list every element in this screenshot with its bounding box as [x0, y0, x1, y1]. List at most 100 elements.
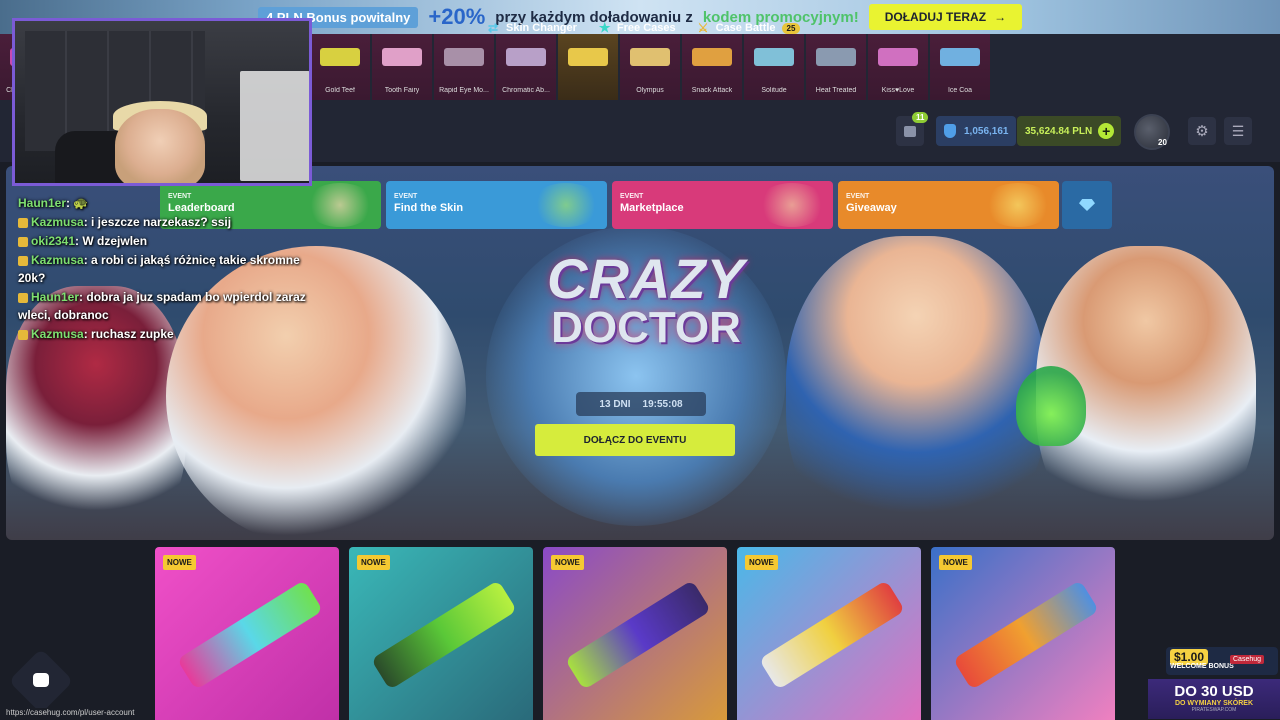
drop-item-name: Olympus — [636, 87, 664, 94]
chat-text: : i jeszcze narzekasz? ssij — [83, 215, 232, 229]
weapon-skin-image — [382, 48, 422, 66]
weapon-skin-image — [320, 48, 360, 66]
bonus-site: PIRATESWAP.COM — [1191, 707, 1237, 713]
weapon-skin-image — [878, 48, 918, 66]
drop-item[interactable]: Gold Teef — [310, 34, 370, 100]
weapon-skin-image — [444, 48, 484, 66]
drop-item[interactable]: Rapid Eye Mo... — [434, 34, 494, 100]
bonus-brand: Casehug — [1230, 655, 1265, 664]
event-logo: CRAZY DOCTOR — [526, 246, 766, 353]
drop-item-name: Snack Attack — [691, 87, 733, 94]
webcam-clothes-rack — [240, 71, 309, 181]
case-card[interactable]: NOWE — [543, 547, 727, 720]
drop-item[interactable]: Snack Attack — [682, 34, 742, 100]
weapon-skin-image — [630, 48, 670, 66]
drop-item[interactable]: Olympus — [620, 34, 680, 100]
sub-badge-icon — [18, 255, 28, 266]
logo-line-1: CRAZY — [547, 247, 745, 310]
new-badge: NOWE — [745, 555, 778, 570]
nav-links: ⇄ Skin Changer ★ Free Cases ⚔ Case Battl… — [488, 21, 801, 34]
menu-button[interactable]: ☰ — [1224, 117, 1252, 145]
event-art — [757, 183, 827, 227]
case-battle-count-badge: 25 — [781, 22, 801, 34]
nav-case-battle-label: Case Battle — [715, 22, 776, 34]
event-card[interactable]: EVENT Giveaway — [838, 181, 1059, 229]
chat-message: Kazmusa: i jeszcze narzekasz? ssij — [18, 213, 308, 231]
settings-button[interactable]: ⚙ — [1188, 117, 1216, 145]
join-event-button[interactable]: DOŁĄCZ DO EVENTU — [535, 424, 735, 456]
drop-item-name: Kiss♥Love — [881, 87, 915, 94]
nav-case-battle[interactable]: ⚔ Case Battle 25 — [698, 22, 801, 34]
drop-item[interactable]: Solitude — [744, 34, 804, 100]
arrow-right-icon: → — [994, 10, 1007, 24]
gift-count-badge: 11 — [912, 112, 929, 123]
streamer-webcam — [12, 18, 312, 186]
drop-item[interactable] — [558, 34, 618, 100]
weapon-skin-image — [564, 579, 712, 691]
event-art — [983, 183, 1053, 227]
user-level: 20 — [1158, 138, 1167, 147]
drop-item-name: Gold Teef — [325, 87, 355, 94]
drop-item-name: Rapid Eye Mo... — [439, 87, 489, 94]
event-card[interactable]: EVENT Marketplace — [612, 181, 833, 229]
countdown-days: 13 DNI — [599, 398, 631, 410]
chat-text: : W dzejwlen — [75, 234, 148, 248]
drop-item[interactable]: Heat Treated — [806, 34, 866, 100]
weapon-skin-image — [506, 48, 546, 66]
top-up-button[interactable]: DOŁADUJ TERAZ → — [868, 4, 1023, 30]
sub-badge-icon — [18, 292, 28, 303]
chat-text: : 🐢 — [66, 196, 89, 210]
deposit-plus-icon[interactable]: + — [1098, 123, 1115, 139]
nav-skin-changer[interactable]: ⇄ Skin Changer — [488, 22, 577, 34]
case-card[interactable]: NOWE — [931, 547, 1115, 720]
drop-item-name: Heat Treated — [815, 87, 857, 94]
weapon-skin-image — [816, 48, 856, 66]
chat-message: Haun1er: 🐢 — [18, 194, 308, 212]
nav-free-cases-label: Free Cases — [616, 22, 676, 34]
case-card[interactable]: NOWE — [155, 547, 339, 720]
chat-message: oki2341: W dzejwlen — [18, 232, 308, 250]
weapon-skin-image — [692, 48, 732, 66]
new-badge: NOWE — [551, 555, 584, 570]
drop-item[interactable]: Kiss♥Love — [868, 34, 928, 100]
gems-balance[interactable]: 1,056,161 — [936, 116, 1016, 146]
weapon-skin-image — [758, 579, 906, 691]
weapon-skin-image — [176, 579, 324, 691]
drop-item[interactable]: Tooth Fairy — [372, 34, 432, 100]
case-card[interactable]: NOWE — [737, 547, 921, 720]
trophy-icon — [568, 48, 608, 66]
logo-line-2: DOCTOR — [551, 303, 741, 352]
chat-username: Kazmusa — [31, 215, 84, 229]
wallet-balance[interactable]: 35,624.84 PLN + — [1017, 116, 1121, 146]
event-art — [305, 183, 375, 227]
bonus-lower-panel: DO 30 USD DO WYMIANY SKÓREK PIRATESWAP.C… — [1148, 679, 1280, 719]
event-card[interactable]: EVENT Find the Skin — [386, 181, 607, 229]
status-url: https://casehug.com/pl/user-account — [4, 708, 137, 717]
chat-message: Kazmusa: ruchasz zupke — [18, 325, 308, 343]
webcam-face — [115, 109, 205, 183]
crossed-swords-icon: ⚔ — [697, 21, 709, 35]
new-badge: NOWE — [163, 555, 196, 570]
case-card[interactable]: NOWE — [349, 547, 533, 720]
sub-badge-icon — [18, 236, 28, 247]
new-badge: NOWE — [939, 555, 972, 570]
bonus-percent: +20% — [428, 4, 486, 29]
weapon-skin-image — [952, 579, 1100, 691]
sub-badge-icon — [18, 217, 28, 228]
chat-bubble-icon — [33, 673, 49, 687]
sub-badge-icon — [18, 329, 28, 340]
drop-item[interactable]: Ice Coa — [930, 34, 990, 100]
diamond-event-button[interactable] — [1062, 181, 1112, 229]
weapon-skin-image — [370, 579, 518, 691]
nav-free-cases[interactable]: ★ Free Cases — [599, 21, 676, 34]
flask-icon — [1016, 366, 1086, 446]
drop-item[interactable]: Chromatic Ab... — [496, 34, 556, 100]
chat-message: Haun1er: dobra ja juz spadam bo wpierdol… — [18, 288, 308, 324]
chat-username: Haun1er — [18, 196, 67, 210]
chat-message: Kazmusa: a robi ci jakąś różnicę takie s… — [18, 251, 308, 287]
bonus-label: WELCOME BONUS — [1170, 663, 1234, 670]
weapon-skin-image — [940, 48, 980, 66]
drop-item-name: Solitude — [761, 87, 787, 94]
shield-icon — [944, 124, 956, 138]
chat-username: Haun1er — [31, 290, 80, 304]
